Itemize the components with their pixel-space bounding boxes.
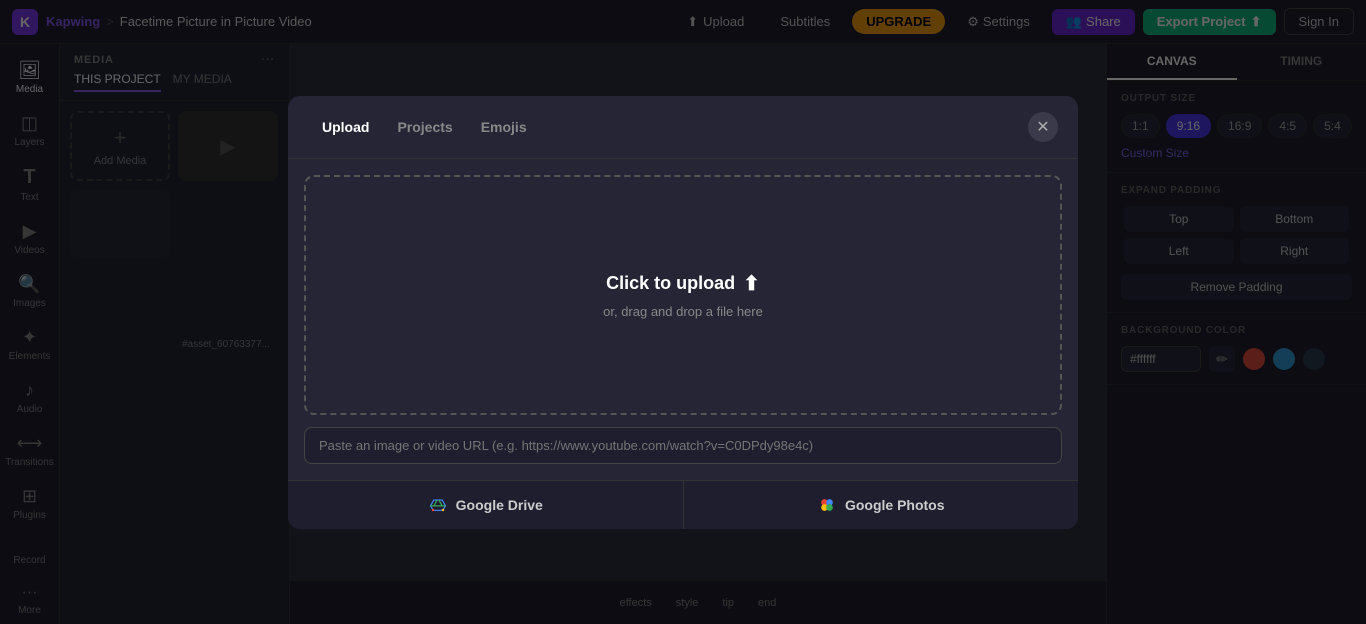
modal-tab-emojis[interactable]: Emojis [467,113,541,141]
modal-header: Upload Projects Emojis ✕ [288,96,1078,159]
modal-overlay[interactable]: Upload Projects Emojis ✕ Click to upload… [0,0,1366,624]
google-photos-button[interactable]: Google Photos [684,481,1079,529]
drop-zone[interactable]: Click to upload ⬆ or, drag and drop a fi… [304,175,1062,415]
drop-zone-subtitle: or, drag and drop a file here [603,304,763,319]
google-drive-button[interactable]: Google Drive [288,481,684,529]
upload-arrow-icon: ⬆ [743,271,760,296]
url-input[interactable] [304,427,1062,464]
drop-zone-title: Click to upload ⬆ [606,271,760,296]
google-drive-label: Google Drive [456,497,543,513]
modal-tab-projects[interactable]: Projects [383,113,466,141]
google-photos-icon [817,495,837,515]
google-photos-label: Google Photos [845,497,945,513]
modal-tab-upload[interactable]: Upload [308,113,383,141]
modal-close-button[interactable]: ✕ [1028,112,1058,142]
upload-modal: Upload Projects Emojis ✕ Click to upload… [288,96,1078,529]
modal-body: Click to upload ⬆ or, drag and drop a fi… [288,159,1078,480]
google-drive-icon [428,495,448,515]
modal-footer: Google Drive Google Photos [288,480,1078,529]
